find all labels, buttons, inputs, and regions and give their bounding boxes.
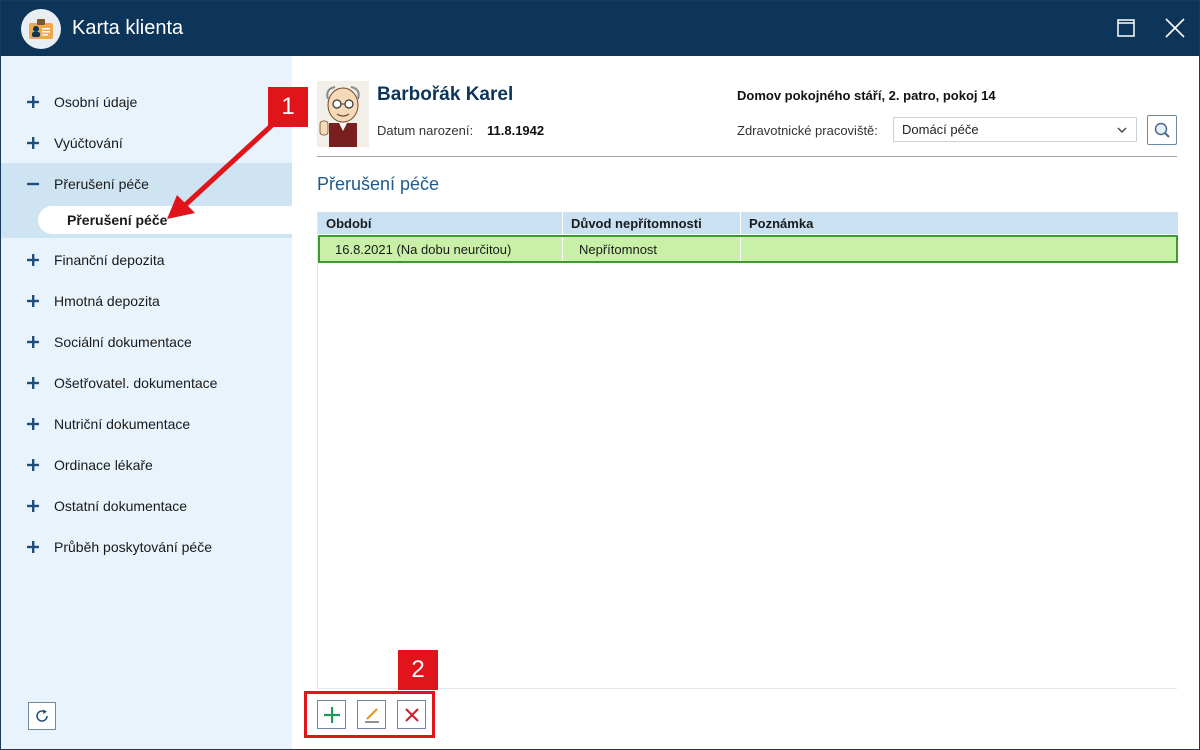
column-header-reason[interactable]: Důvod nepřítomnosti xyxy=(563,212,741,234)
sidebar-item-material-deposits[interactable]: Hmotná depozita xyxy=(1,280,292,321)
header-divider xyxy=(317,156,1177,157)
section-title: Přerušení péče xyxy=(317,174,440,194)
sidebar-item-label: Nutriční dokumentace xyxy=(54,415,191,432)
sidebar-item-label: Finanční depozita xyxy=(54,251,165,268)
title-bar: Karta klienta xyxy=(1,1,1199,56)
minus-icon xyxy=(27,182,39,185)
main-panel: Barbořák Karel Datum narození: 11.8.1942… xyxy=(292,56,1199,749)
sidebar-item-label: Ordinace lékaře xyxy=(54,456,153,473)
plus-icon xyxy=(27,540,39,553)
sidebar-item-social-documentation[interactable]: Sociální dokumentace xyxy=(1,321,292,362)
window-title: Karta klienta xyxy=(72,17,184,39)
table-row[interactable]: 16.8.2021 (Na dobu neurčitou) Nepřítomno… xyxy=(318,235,1178,263)
facility-location: Domov pokojného stáří, 2. patro, pokoj 1… xyxy=(737,88,996,103)
cell-period: 16.8.2021 (Na dobu neurčitou) xyxy=(320,237,563,261)
workplace-select-value: Domácí péče xyxy=(902,122,979,137)
plus-icon xyxy=(27,95,39,108)
table-header: Období Důvod nepřítomnosti Poznámka xyxy=(318,212,1178,234)
plus-icon xyxy=(27,335,39,348)
sidebar-item-label: Ostatní dokumentace xyxy=(54,497,188,514)
sidebar-item-label: Vyúčtování xyxy=(54,134,123,151)
sidebar-item-nursing-documentation[interactable]: Ošetřovatel. dokumentace xyxy=(1,362,292,403)
birth-date-label: Datum narození: xyxy=(377,123,474,138)
cell-note xyxy=(741,237,1176,261)
sidebar-item-other-documentation[interactable]: Ostatní dokumentace xyxy=(1,485,292,526)
maximize-icon[interactable] xyxy=(1111,13,1141,43)
sidebar-item-doctor-office[interactable]: Ordinace lékaře xyxy=(1,444,292,485)
toolbar-divider xyxy=(317,688,1177,689)
annotation-badge-2: 2 xyxy=(398,650,438,690)
sidebar-item-label: Ošetřovatel. dokumentace xyxy=(54,374,218,391)
sidebar-item-label: Hmotná depozita xyxy=(54,292,160,309)
plus-icon xyxy=(27,136,39,149)
sidebar-item-label: Průběh poskytování péče xyxy=(54,538,212,555)
toolbar-callout-box xyxy=(304,691,435,738)
plus-icon xyxy=(27,253,39,266)
search-button[interactable] xyxy=(1147,115,1177,145)
sidebar-item-care-progress[interactable]: Průběh poskytování péče xyxy=(1,526,292,567)
plus-icon xyxy=(27,294,39,307)
sidebar-item-label: Osobní údaje xyxy=(54,93,138,110)
client-name: Barbořák Karel xyxy=(377,84,514,105)
sidebar-item-label: Přerušení péče xyxy=(54,175,149,192)
plus-icon xyxy=(27,458,39,471)
client-avatar xyxy=(317,81,369,147)
cell-reason: Nepřítomnost xyxy=(563,237,741,261)
workplace-label: Zdravotnické pracoviště: xyxy=(737,123,878,138)
sidebar-item-label: Sociální dokumentace xyxy=(54,333,192,350)
plus-icon xyxy=(27,417,39,430)
close-icon[interactable] xyxy=(1160,13,1190,43)
chevron-down-icon xyxy=(1117,127,1127,133)
plus-icon xyxy=(27,376,39,389)
sidebar-item-financial-deposits[interactable]: Finanční depozita xyxy=(1,239,292,280)
search-icon xyxy=(1154,122,1170,138)
workplace-select[interactable]: Domácí péče xyxy=(893,117,1137,142)
birth-date-value: 11.8.1942 xyxy=(487,123,545,138)
plus-icon xyxy=(27,499,39,512)
client-card-window: Karta klienta Osobní údaje Vyúčtování Př… xyxy=(0,0,1200,750)
refresh-icon xyxy=(36,709,48,722)
annotation-arrow xyxy=(167,113,285,219)
column-header-period[interactable]: Období xyxy=(318,212,563,234)
column-header-note[interactable]: Poznámka xyxy=(741,212,1178,234)
sidebar-item-nutrition-documentation[interactable]: Nutriční dokumentace xyxy=(1,403,292,444)
refresh-button[interactable] xyxy=(28,702,56,730)
care-interruption-table: Období Důvod nepřítomnosti Poznámka 16.8… xyxy=(317,212,1178,690)
app-icon xyxy=(21,9,61,49)
